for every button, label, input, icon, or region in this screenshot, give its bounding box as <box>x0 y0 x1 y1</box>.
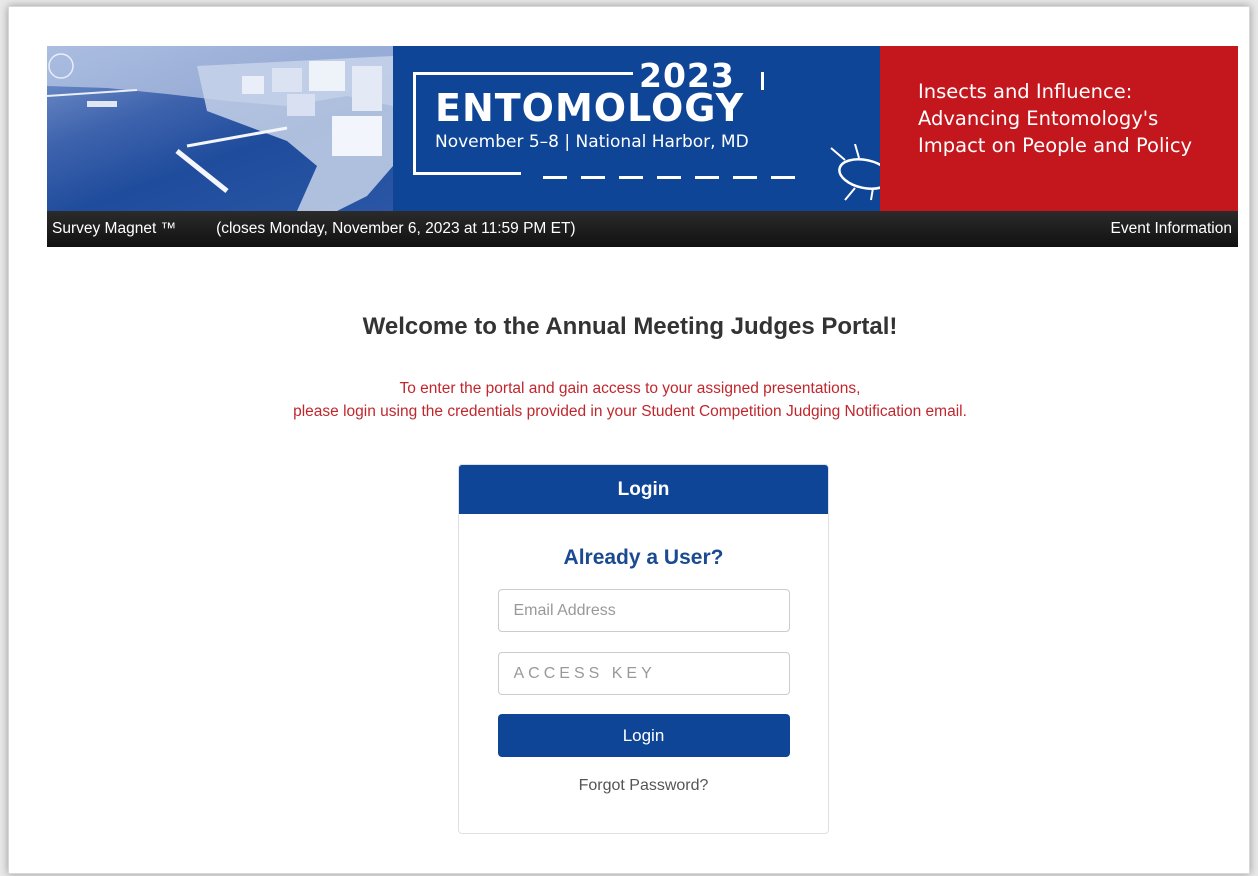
page-title: Welcome to the Annual Meeting Judges Por… <box>362 313 898 340</box>
closing-date-text: (closes Monday, November 6, 2023 at 11:5… <box>216 220 576 237</box>
email-field[interactable] <box>497 589 790 632</box>
instructions-line-1: To enter the portal and gain access to y… <box>399 380 861 397</box>
tagline-line-1: Insects and Influence: <box>918 80 1133 103</box>
instructions-line-2: please login using the credentials provi… <box>293 403 967 420</box>
tagline-line-3: Impact on People and Policy <box>918 134 1193 157</box>
access-key-field[interactable] <box>497 652 790 695</box>
top-navbar: Survey Magnet ™ (closes Monday, November… <box>47 211 1238 247</box>
tagline-line-2: Advancing Entomology's <box>918 107 1159 130</box>
event-dates-location: November 5–8 | National Harbor, MD <box>435 132 749 152</box>
already-user-heading: Already a User? <box>563 546 724 569</box>
login-card: Login Already a User? Login Forgot Passw… <box>458 464 829 834</box>
login-button[interactable]: Login <box>497 714 790 757</box>
tagline-panel: Insects and Influence: Advancing Entomol… <box>880 46 1238 211</box>
survey-magnet-brand[interactable]: Survey Magnet ™ <box>52 220 176 238</box>
event-information-link[interactable]: Event Information <box>1111 220 1232 238</box>
browser-page: 2023 ENTOMOLOGY November 5–8 | National … <box>8 6 1250 874</box>
harbor-photo <box>47 46 393 211</box>
login-card-header: Login <box>459 465 828 514</box>
login-instructions: To enter the portal and gain access to y… <box>9 377 1251 423</box>
event-name: ENTOMOLOGY <box>435 86 745 130</box>
forgot-password-link[interactable]: Forgot Password? <box>459 777 828 795</box>
event-title-panel: 2023 ENTOMOLOGY November 5–8 | National … <box>393 46 914 211</box>
event-banner: 2023 ENTOMOLOGY November 5–8 | National … <box>47 46 1238 211</box>
